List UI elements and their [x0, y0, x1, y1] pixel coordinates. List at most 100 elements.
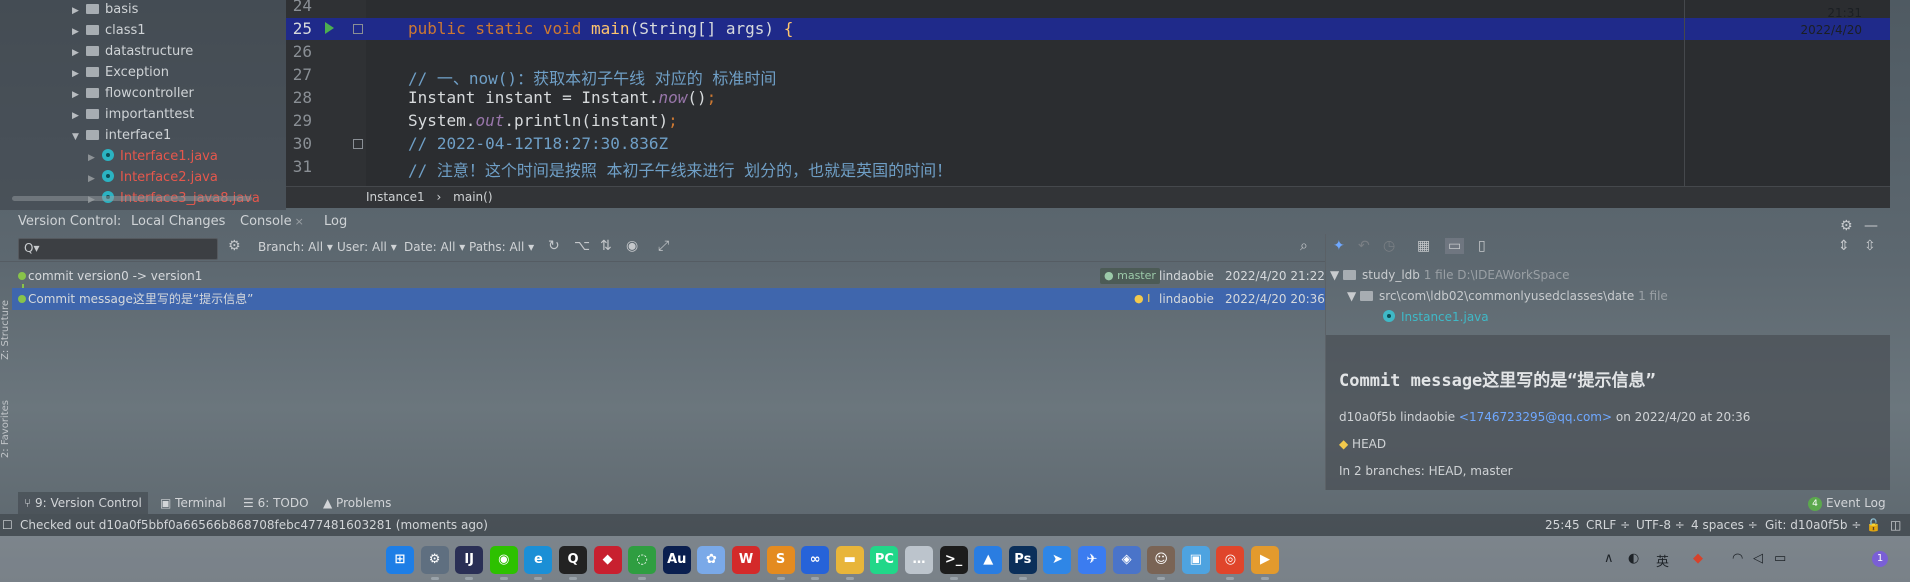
chevron-right-icon[interactable]: ▶: [72, 22, 86, 42]
photos-icon[interactable]: ▲: [974, 546, 1003, 574]
indent-selector[interactable]: 4 spaces ÷: [1691, 514, 1758, 536]
notification-badge[interactable]: 1: [1872, 551, 1888, 567]
chat-bubble-icon[interactable]: …: [905, 546, 933, 574]
code-line-31[interactable]: // 注意！这个时间是按照 本初子午线来进行 划分的，也就是英国的时间！: [408, 157, 952, 181]
user-filter[interactable]: User: All ▾: [337, 240, 397, 254]
tree-folder-item[interactable]: ▶ class1: [72, 21, 146, 41]
undo-icon[interactable]: ↶: [1358, 238, 1370, 254]
group-by-icon[interactable]: ▦: [1417, 238, 1430, 254]
tab-local-changes[interactable]: Local Changes: [131, 210, 225, 234]
date-filter[interactable]: Date: All ▾: [404, 240, 465, 254]
chrome-icon[interactable]: ◎: [1216, 546, 1245, 580]
pycharm-icon[interactable]: PC: [870, 546, 899, 574]
chevron-right-icon[interactable]: ▶: [72, 1, 86, 21]
line-separator-selector[interactable]: CRLF ÷: [1586, 514, 1630, 536]
app-red-icon[interactable]: ◆: [593, 546, 622, 574]
tree-file-item[interactable]: ▶ Interface2.java: [88, 168, 218, 188]
tab-console[interactable]: Console ×: [240, 210, 304, 234]
start-icon[interactable]: ⊞: [386, 546, 414, 574]
minimize-icon[interactable]: —: [1864, 214, 1878, 238]
tree-folder-item[interactable]: ▶ flowcontroller: [72, 84, 194, 104]
photoshop-icon[interactable]: Ps: [1008, 546, 1037, 580]
changed-repo-node[interactable]: ▼ study_ldb 1 file D:\IDEAWorkSpace: [1330, 268, 1570, 282]
chevron-right-icon[interactable]: ▶: [72, 106, 86, 126]
settings-icon[interactable]: ⚙: [228, 238, 241, 254]
volume-icon[interactable]: ◁: [1753, 551, 1763, 566]
breadcrumb-method[interactable]: main(): [453, 190, 492, 204]
code-line-27[interactable]: // 一、now()：获取本初子午线 对应的 标准时间: [408, 65, 776, 89]
log-search-input[interactable]: Q▾: [18, 238, 218, 260]
expand-all-icon[interactable]: ⇕: [1838, 238, 1850, 254]
tree-folder-item[interactable]: ▶ importanttest: [72, 105, 194, 125]
chevron-right-icon[interactable]: ▶: [72, 64, 86, 84]
tree-file-item[interactable]: ▶ Interface1.java: [88, 147, 218, 167]
sublime-icon[interactable]: S: [766, 546, 795, 580]
qq-icon[interactable]: Q: [559, 546, 587, 580]
terminal-icon[interactable]: >_: [939, 546, 968, 580]
author-email-link[interactable]: <1746723295@qq.com>: [1459, 410, 1612, 424]
memory-icon[interactable]: ◫: [1890, 514, 1901, 536]
wps-icon[interactable]: W: [732, 546, 760, 574]
code-line-30[interactable]: // 2022-04-12T18:27:30.836Z: [408, 134, 668, 153]
settings-icon[interactable]: ⚙: [420, 546, 449, 580]
structure-tool-button[interactable]: Z: Structure: [0, 300, 11, 360]
changed-dir-node[interactable]: ▼ src\com\ldb02\commonlyusedclasses\date…: [1347, 289, 1668, 303]
qq-tray-icon[interactable]: ◐: [1628, 551, 1639, 566]
chevron-right-icon[interactable]: ▶: [72, 43, 86, 63]
collapse-all-icon[interactable]: ⇳: [1864, 238, 1876, 254]
tree-folder-item[interactable]: ▶ basis: [72, 0, 138, 20]
chevron-down-icon[interactable]: ▼: [72, 127, 86, 147]
app-screen-icon[interactable]: ▣: [1181, 546, 1210, 574]
event-log-button[interactable]: 4 Event Log: [1808, 492, 1886, 514]
git-branch-selector[interactable]: Git: d10a0f5b ÷: [1765, 514, 1861, 536]
app-blue-icon[interactable]: ∞: [801, 546, 830, 580]
tree-folder-item[interactable]: ▶ datastructure: [72, 42, 193, 62]
open-in-window-icon[interactable]: ⤢: [658, 238, 669, 254]
branch-filter[interactable]: Branch: All ▾: [258, 240, 333, 254]
code-line-28[interactable]: Instant instant = Instant.now();: [408, 88, 716, 107]
lock-icon[interactable]: 🔓: [1866, 514, 1881, 536]
layout-horizontal-icon[interactable]: ▭: [1445, 238, 1465, 254]
cherry-pick-icon[interactable]: ⌥: [574, 238, 590, 254]
paths-filter[interactable]: Paths: All ▾: [469, 240, 534, 254]
folder-icon[interactable]: ▬: [835, 546, 864, 580]
run-gutter-icon[interactable]: [325, 22, 334, 34]
encoding-selector[interactable]: UTF-8 ÷: [1636, 514, 1685, 536]
tray-app-icon[interactable]: ◆: [1693, 551, 1703, 566]
video-icon[interactable]: ▶: [1251, 546, 1279, 580]
refresh-icon[interactable]: ↻: [548, 238, 560, 254]
chevron-right-icon[interactable]: ▶: [72, 85, 86, 105]
pin-icon[interactable]: ✦: [1333, 238, 1345, 254]
search-icon[interactable]: ⌕: [1300, 238, 1308, 254]
chevron-up-icon[interactable]: ∧: [1604, 551, 1614, 566]
edge-icon[interactable]: e: [524, 546, 553, 580]
terminal-tool-button[interactable]: ▣ Terminal: [160, 492, 226, 514]
wifi-icon[interactable]: ◠: [1732, 551, 1743, 566]
tree-folder-item[interactable]: ▼ interface1: [72, 126, 171, 146]
ime-indicator[interactable]: 英: [1656, 551, 1669, 570]
fold-marker-icon[interactable]: [353, 139, 363, 149]
breadcrumb-class[interactable]: Instance1: [366, 190, 425, 204]
feishu-icon[interactable]: ✈: [1078, 546, 1106, 574]
commit-row[interactable]: commit version0 -> version1 ● master lin…: [12, 265, 1325, 287]
commit-row-selected[interactable]: Commit message这里写的是“提示信息” ● I lindaobie …: [12, 288, 1325, 310]
problems-tool-button[interactable]: ▲ Problems: [323, 492, 391, 514]
changed-file-node[interactable]: Instance1.java: [1383, 310, 1489, 324]
tree-scrollbar[interactable]: [12, 196, 252, 201]
layout-vertical-icon[interactable]: ▯: [1478, 238, 1486, 254]
app-green-icon[interactable]: ◌: [628, 546, 657, 580]
collapse-linear-icon[interactable]: ⇅: [600, 238, 612, 254]
battery-icon[interactable]: ▭: [1774, 551, 1786, 566]
app-avatar-icon[interactable]: ☺: [1147, 546, 1176, 580]
sourcetree-icon[interactable]: ◈: [1112, 546, 1141, 574]
todo-tool-button[interactable]: ☰ 6: TODO: [243, 492, 309, 514]
status-message[interactable]: Checked out d10a0f5bbf0a66566b868708febc…: [20, 514, 488, 536]
close-icon[interactable]: ×: [295, 215, 304, 228]
history-icon[interactable]: ◷: [1383, 238, 1395, 254]
audition-icon[interactable]: Au: [662, 546, 691, 574]
eye-icon[interactable]: ◉: [626, 238, 638, 254]
favorites-tool-button[interactable]: 2: Favorites: [0, 400, 11, 458]
app-arrow-icon[interactable]: ➤: [1043, 546, 1072, 574]
tab-log[interactable]: Log: [324, 210, 347, 234]
intellij-icon[interactable]: IJ: [455, 546, 484, 580]
